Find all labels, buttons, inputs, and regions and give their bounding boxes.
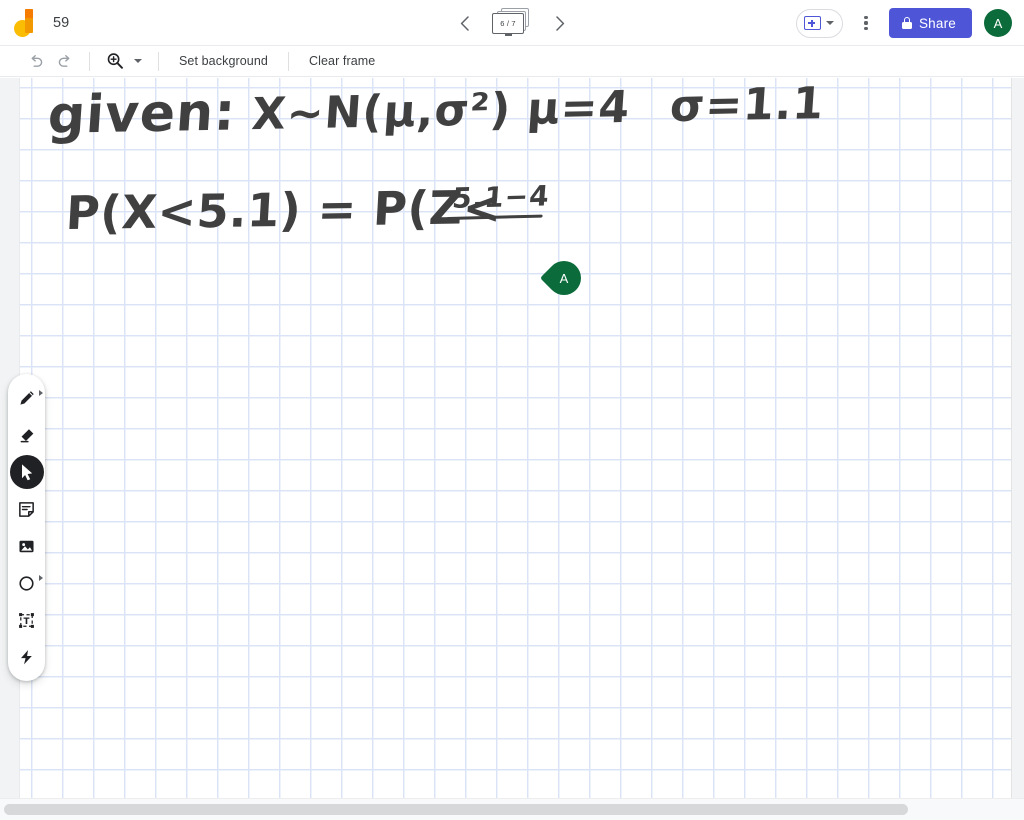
- clear-frame-button[interactable]: Clear frame: [300, 50, 384, 72]
- zoom-in-magnifier-icon: [107, 53, 123, 69]
- handwriting-given: given:: [45, 82, 239, 147]
- tool-laser[interactable]: [10, 640, 44, 674]
- document-title[interactable]: 59: [53, 15, 69, 31]
- tool-eraser[interactable]: [10, 418, 44, 452]
- pen-submenu-arrow-icon[interactable]: [38, 390, 43, 396]
- prev-frame-button[interactable]: [451, 10, 477, 36]
- tool-pen[interactable]: [10, 381, 44, 415]
- avatar-initial: A: [993, 15, 1003, 31]
- svg-text:T: T: [24, 616, 30, 626]
- zoom-dropdown-button[interactable]: [129, 49, 147, 73]
- frame-navigation: 6 / 7: [451, 0, 573, 46]
- add-frame-button[interactable]: [795, 8, 843, 38]
- jam-board-surface[interactable]: given: X~N(μ,σ²) μ=4 σ=1.1 P(X<5.1) = P(Z< …: [20, 78, 1012, 798]
- lock-icon: [901, 17, 912, 29]
- pen-icon: [20, 390, 34, 405]
- redo-button[interactable]: [50, 48, 78, 74]
- pin-initial: A: [559, 270, 569, 286]
- frame-stand: [505, 34, 512, 36]
- scrollbar-thumb[interactable]: [4, 804, 909, 815]
- frame-counter-label: 6 / 7: [500, 19, 516, 28]
- toolbar-divider-2: [158, 51, 159, 71]
- fraction-numerator: 5.1−4: [450, 179, 552, 215]
- tool-select[interactable]: [9, 455, 44, 489]
- handwriting-line-1: given: X~N(μ,σ²) μ=4 σ=1.1: [46, 78, 826, 146]
- image-icon: [19, 540, 34, 552]
- handwriting-fraction: 5.1−4: [446, 179, 554, 221]
- handwriting-distribution: X~N(μ,σ²): [250, 84, 513, 141]
- avatar[interactable]: A: [984, 9, 1012, 37]
- tool-rail: T: [8, 374, 45, 681]
- top-bar-actions: Share A: [795, 0, 1012, 46]
- tool-sticky-note[interactable]: [10, 492, 44, 526]
- set-background-button[interactable]: Set background: [170, 50, 277, 72]
- toolbar-divider-1: [89, 51, 90, 71]
- horizontal-scrollbar[interactable]: [0, 798, 1024, 820]
- canvas-area[interactable]: given: X~N(μ,σ²) μ=4 σ=1.1 P(X<5.1) = P(Z< …: [0, 78, 1024, 798]
- sub-toolbar: Set background Clear frame: [0, 46, 1024, 77]
- handwriting-sigma: σ=1.1: [668, 78, 826, 133]
- toolbar-divider-3: [287, 51, 289, 71]
- eraser-icon: [20, 428, 34, 442]
- next-frame-button[interactable]: [547, 10, 573, 36]
- zoom-button[interactable]: [101, 48, 129, 74]
- handwriting-line-2: P(X<5.1) = P(Z<: [64, 179, 504, 241]
- add-frame-icon: [803, 16, 821, 30]
- tool-image[interactable]: [10, 529, 44, 563]
- redo-icon: [58, 54, 69, 67]
- collaborator-cursor-pin: A: [539, 253, 589, 303]
- brand-area: 59: [0, 8, 69, 37]
- text-box-icon: T: [19, 612, 34, 628]
- share-button-label: Share: [918, 15, 956, 31]
- chevron-left-icon: [460, 15, 469, 31]
- tool-text-box[interactable]: T: [10, 603, 44, 637]
- chevron-down-icon: [825, 21, 834, 25]
- jamboard-app: 59 6 / 7 Share A Set background Clear fr…: [0, 0, 1024, 820]
- shape-submenu-arrow-icon[interactable]: [38, 575, 43, 581]
- handwriting-mu: μ=4: [525, 81, 632, 135]
- tool-shape[interactable]: [10, 566, 44, 600]
- frame-current-icon: 6 / 7: [492, 13, 524, 34]
- undo-button[interactable]: [22, 48, 50, 74]
- cursor-arrow-icon: [21, 464, 32, 481]
- chevron-down-icon: [134, 59, 142, 63]
- undo-icon: [31, 54, 42, 67]
- chevron-right-icon: [555, 15, 564, 31]
- sticky-note-icon: [19, 501, 34, 517]
- jamboard-logo-icon: [14, 8, 40, 37]
- top-bar: 59 6 / 7 Share A: [0, 0, 1024, 46]
- circle-shape-icon: [19, 575, 34, 591]
- frame-counter-button[interactable]: 6 / 7: [491, 8, 533, 38]
- laser-pointer-icon: [20, 649, 32, 664]
- more-options-button[interactable]: [853, 10, 879, 36]
- share-button[interactable]: Share: [888, 8, 972, 38]
